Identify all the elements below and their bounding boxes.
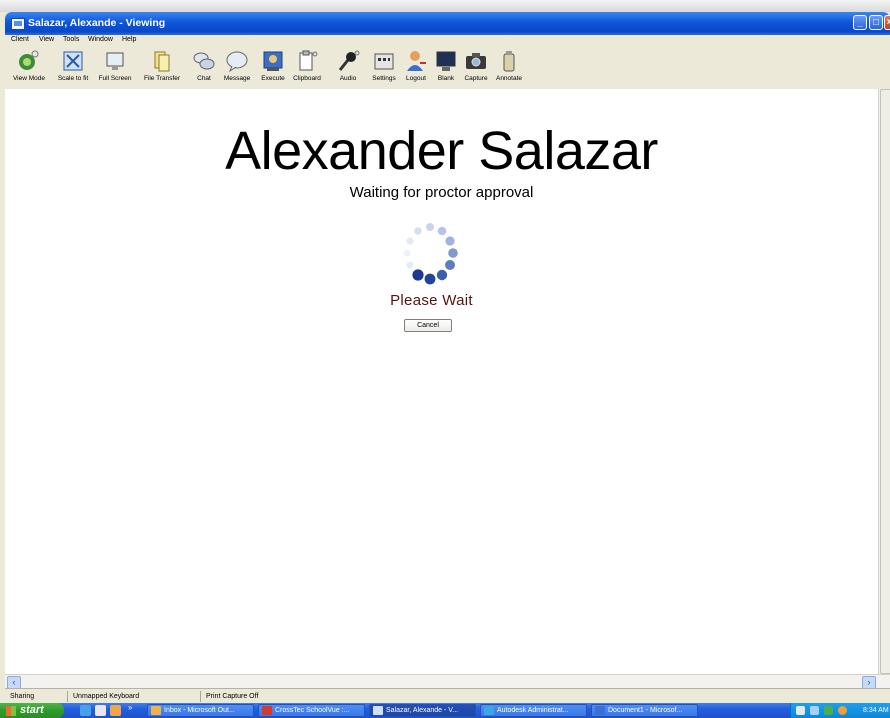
please-wait-label: Please Wait [390, 292, 473, 309]
windows-logo-icon [6, 706, 16, 716]
menu-bar: Client View Tools Window Help [5, 35, 890, 47]
taskbar-button-schoolvue[interactable]: CrossTec SchoolVue :... [258, 704, 365, 717]
taskbar-button-document[interactable]: Document1 - Microsof... [591, 704, 698, 717]
taskbar-button-label: CrossTec SchoolVue :... [275, 707, 350, 714]
chat-icon [193, 52, 215, 70]
system-tray: 8:34 AM [790, 703, 890, 718]
window-title: Salazar, Alexande - Viewing [28, 17, 166, 29]
tray-security-icon[interactable] [824, 706, 833, 715]
taskbar-button-label: Autodesk Administrat... [497, 707, 569, 714]
crosstec-icon [262, 706, 272, 715]
toolbar: View Mode Scale to fit Full Screen File … [5, 47, 890, 90]
toolbar-annotate-button[interactable]: Annotate [487, 47, 531, 89]
message-icon [226, 51, 248, 73]
taskbar-button-label: Document1 - Microsof... [608, 707, 683, 714]
word-icon [595, 706, 605, 715]
settings-icon [374, 53, 394, 70]
cancel-button[interactable]: Cancel [404, 319, 452, 332]
toolbar-label: Full Screen [98, 75, 132, 82]
minimize-icon: _ [857, 17, 863, 28]
remote-screen-view[interactable]: Alexander Salazar Waiting for proctor ap… [5, 89, 878, 674]
horizontal-scrollbar[interactable]: ‹ › [5, 674, 890, 689]
status-keyboard: Unmapped Keyboard [67, 691, 198, 702]
annotate-icon [503, 51, 515, 72]
tray-update-icon[interactable] [838, 706, 847, 715]
menu-tools[interactable]: Tools [63, 36, 79, 43]
start-label: start [20, 704, 44, 716]
file-transfer-icon [154, 51, 170, 72]
approval-status-text: Waiting for proctor approval [349, 184, 534, 201]
toolbar-label: Annotate [495, 75, 523, 82]
vertical-scrollbar[interactable] [878, 89, 890, 674]
menu-help[interactable]: Help [122, 36, 136, 43]
status-bar: Sharing Unmapped Keyboard Print Capture … [5, 688, 890, 704]
taskbar-button-inbox[interactable]: Inbox - Microsoft Out... [147, 704, 254, 717]
outlook-icon [151, 706, 161, 715]
quicklaunch-expand-icon[interactable]: » [128, 703, 132, 713]
taskbar-button-viewer[interactable]: Salazar, Alexande - V... [369, 704, 476, 717]
status-sharing: Sharing [10, 693, 35, 700]
maximize-icon: □ [872, 17, 880, 28]
windows-taskbar: start » Inbox - Microsoft Out... CrossTe… [0, 703, 890, 718]
tray-app-icon[interactable] [796, 706, 805, 715]
full-screen-icon [106, 52, 124, 70]
toolbar-view-mode-button[interactable]: View Mode [7, 47, 51, 89]
toolbar-file-transfer-button[interactable]: File Transfer [140, 47, 184, 89]
menu-client[interactable]: Client [11, 36, 29, 43]
maximize-button[interactable]: □ [869, 15, 883, 30]
microphone-icon [338, 50, 360, 71]
ie-icon [484, 706, 494, 715]
loading-spinner-icon [403, 223, 458, 285]
minimize-button[interactable]: _ [853, 15, 867, 30]
toolbar-scale-to-fit-button[interactable]: Scale to fit [51, 47, 95, 89]
taskbar-button-label: Salazar, Alexande - V... [386, 707, 459, 714]
toolbar-full-screen-button[interactable]: Full Screen [93, 47, 137, 89]
menu-view[interactable]: View [39, 36, 54, 43]
scale-to-fit-icon [63, 51, 83, 71]
app-window-icon [11, 18, 25, 30]
execute-icon [263, 51, 283, 71]
close-button[interactable]: × [884, 15, 890, 30]
toolbar-clipboard-button[interactable]: Clipboard [285, 47, 329, 89]
network-icon[interactable] [810, 706, 819, 715]
vertical-scroll-thumb[interactable] [880, 89, 890, 674]
remote-viewer-window: Salazar, Alexande - Viewing _ □ × Client… [0, 0, 890, 718]
taskbar-button-label: Inbox - Microsoft Out... [164, 707, 235, 714]
show-desktop-icon[interactable] [95, 705, 106, 716]
camera-icon [466, 53, 486, 69]
clipboard-icon [299, 50, 318, 71]
menu-window[interactable]: Window [88, 36, 113, 43]
status-print-capture: Print Capture Off [200, 691, 301, 702]
close-icon: × [886, 17, 890, 28]
taskbar-button-autodesk[interactable]: Autodesk Administrat... [480, 704, 587, 717]
start-button[interactable]: start [0, 703, 64, 718]
view-mode-icon [19, 50, 39, 70]
student-name-heading: Alexander Salazar [225, 121, 658, 181]
taskbar-clock[interactable]: 8:34 AM [863, 703, 889, 718]
internet-explorer-icon[interactable] [80, 705, 91, 716]
outlook-quicklaunch-icon[interactable] [110, 705, 121, 716]
background-strip [0, 0, 890, 12]
viewer-icon [373, 706, 383, 715]
title-bar[interactable]: Salazar, Alexande - Viewing _ □ × [5, 12, 890, 35]
